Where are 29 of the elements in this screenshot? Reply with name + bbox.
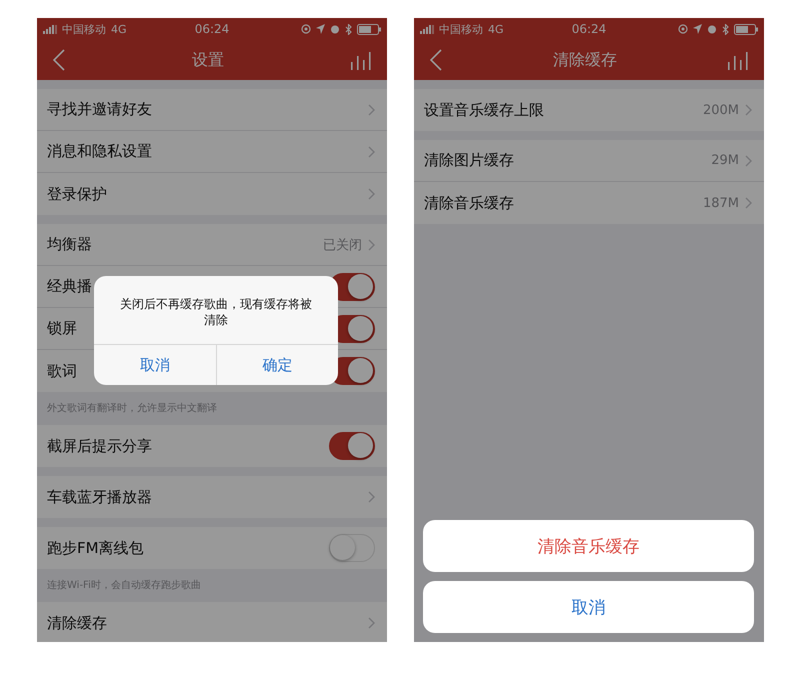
- row-label: 登录保护: [47, 184, 107, 204]
- network-type: 4G: [111, 22, 127, 36]
- row-label: 设置音乐缓存上限: [424, 100, 544, 120]
- row-label: 歌词: [47, 362, 77, 380]
- row-label: 跑步FM离线包: [47, 538, 144, 558]
- status-time: 06:24: [194, 22, 230, 36]
- row-label: 均衡器: [47, 235, 92, 254]
- footnote-text: 外文歌词有翻译时，允许显示中文翻译: [47, 403, 217, 414]
- row-value: 29M: [711, 153, 739, 168]
- carrier-name: 中国移动: [62, 22, 106, 36]
- dialog-message: 关闭后不再缓存歌曲，现有缓存将被清除: [119, 296, 313, 330]
- row-label: 清除图片缓存: [424, 151, 514, 170]
- row-label: 锁屏: [47, 319, 77, 338]
- row-value: 已关闭: [323, 236, 362, 254]
- screen-title: 清除缓存: [553, 50, 617, 70]
- row-label: 消息和隐私设置: [47, 142, 152, 161]
- row-label: 寻找并邀请好友: [47, 100, 152, 119]
- row-label: 车载蓝牙播放器: [47, 488, 152, 506]
- row-label: 清除音乐缓存: [424, 194, 514, 212]
- footnote-text: 连接Wi-Fi时，会自动缓存跑步歌曲: [47, 580, 201, 591]
- row-value: 187M: [702, 196, 739, 210]
- row-value: 200M: [702, 102, 739, 118]
- network-type: 4G: [488, 22, 504, 36]
- status-time: 06:24: [572, 22, 606, 36]
- carrier-name: 中国移动: [439, 22, 483, 36]
- row-label: 截屏后提示分享: [47, 436, 152, 456]
- screen-title: 设置: [192, 50, 224, 70]
- row-label: 清除缓存: [47, 614, 107, 632]
- row-label: 经典播: [47, 277, 92, 296]
